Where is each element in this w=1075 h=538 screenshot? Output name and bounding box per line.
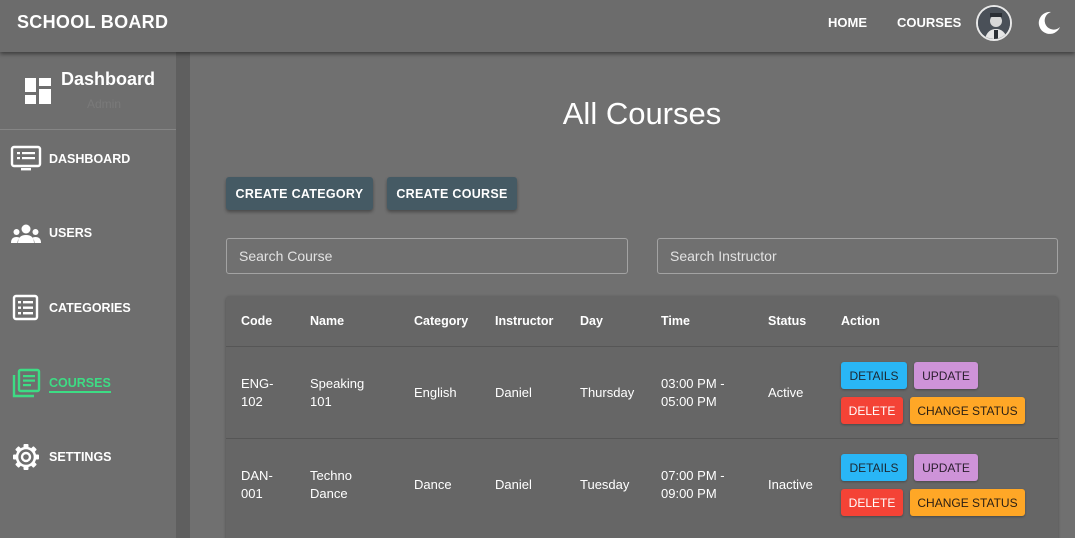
create-course-button[interactable]: CREATE COURSE [387, 177, 517, 210]
monitor-icon [10, 145, 42, 171]
user-avatar-icon [978, 7, 1010, 39]
cell-day: Tuesday [580, 477, 630, 492]
library-icon [12, 368, 41, 398]
sidebar-item-label: SETTINGS [49, 450, 112, 464]
cell-code: DAN- 001 [241, 467, 273, 503]
cell-name-line: Speaking [310, 376, 365, 391]
create-category-button[interactable]: CREATE CATEGORY [226, 177, 373, 210]
cell-instructor: Daniel [495, 477, 532, 492]
cell-time: 07:00 PM - 09:00 PM [661, 467, 725, 503]
cell-name-line: Dance [310, 486, 348, 501]
sidebar-item-label: USERS [49, 226, 93, 240]
cell-status: Inactive [768, 477, 813, 492]
list-icon [12, 294, 39, 321]
sidebar: Dashboard Admin DASHBOARD USERS CATEGORI… [0, 52, 176, 538]
column-header-action: Action [841, 314, 880, 328]
cell-code-line: 001 [241, 486, 263, 501]
column-header-instructor: Instructor [495, 314, 554, 328]
sidebar-item-label: COURSES [49, 376, 111, 393]
sidebar-item-label: CATEGORIES [49, 301, 131, 315]
cell-name: Speaking 101 [310, 375, 364, 411]
cell-name: Techno Dance [310, 467, 352, 503]
dashboard-grid-icon [25, 78, 51, 104]
nav-home-link[interactable]: HOME [828, 15, 867, 30]
column-header-status: Status [768, 314, 807, 328]
change-status-button[interactable]: CHANGE STATUS [910, 397, 1025, 424]
delete-button[interactable]: DELETE [841, 489, 903, 516]
table-row: ENG- 102 Speaking 101 English Daniel Thu… [226, 346, 1058, 438]
courses-table: Code Name Category Instructor Day Time S… [226, 296, 1058, 538]
sidebar-item-categories[interactable]: CATEGORIES [0, 288, 176, 328]
cell-status: Active [768, 385, 804, 400]
column-header-category: Category [414, 314, 469, 328]
moon-icon [1038, 11, 1060, 34]
cell-time-line: 07:00 PM - [661, 468, 725, 483]
gear-icon [13, 444, 39, 470]
search-course-input[interactable] [226, 238, 628, 274]
cell-time-line: 09:00 PM [661, 486, 717, 501]
main-content: All Courses CREATE CATEGORY CREATE COURS… [190, 52, 1075, 538]
page-title: All Courses [562, 96, 722, 131]
cell-time: 03:00 PM - 05:00 PM [661, 375, 725, 411]
sidebar-item-dashboard[interactable]: DASHBOARD [0, 139, 176, 179]
cell-code: ENG- 102 [241, 375, 274, 411]
update-button[interactable]: UPDATE [914, 362, 978, 389]
table-row: DAN- 001 Techno Dance Dance Daniel Tuesd… [226, 438, 1058, 530]
app-bar: SCHOOL BOARD HOME COURSES [0, 0, 1075, 52]
sidebar-item-settings[interactable]: SETTINGS [0, 437, 176, 477]
delete-button[interactable]: DELETE [841, 397, 903, 424]
dark-mode-toggle[interactable] [1036, 10, 1062, 36]
sidebar-subtitle: Admin [87, 97, 122, 111]
search-instructor-input[interactable] [657, 238, 1058, 274]
cell-name-line: Techno [310, 468, 352, 483]
cell-time-line: 03:00 PM - [661, 376, 725, 391]
nav-courses-link[interactable]: COURSES [897, 15, 961, 30]
cell-name-line: 101 [310, 394, 332, 409]
cell-code-line: 102 [241, 394, 263, 409]
cell-category: Dance [414, 477, 452, 492]
brand-title[interactable]: SCHOOL BOARD [17, 12, 168, 33]
sidebar-item-users[interactable]: USERS [0, 213, 176, 253]
sidebar-header: Dashboard Admin [0, 52, 176, 130]
cell-day: Thursday [580, 385, 635, 400]
sidebar-item-label: DASHBOARD [49, 152, 131, 166]
cell-category: English [414, 385, 457, 400]
column-header-day: Day [580, 314, 603, 328]
details-button[interactable]: DETAILS [841, 362, 907, 389]
cell-code-line: ENG- [241, 376, 274, 391]
change-status-button[interactable]: CHANGE STATUS [910, 489, 1025, 516]
details-button[interactable]: DETAILS [841, 454, 907, 481]
users-icon [11, 224, 41, 243]
column-header-time: Time [661, 314, 690, 328]
sidebar-title: Dashboard [61, 69, 156, 89]
column-header-name: Name [310, 314, 345, 328]
column-header-code: Code [241, 314, 273, 328]
sidebar-item-courses[interactable]: COURSES [0, 363, 176, 403]
cell-instructor: Daniel [495, 385, 532, 400]
cell-time-line: 05:00 PM [661, 394, 717, 409]
sidebar-divider [176, 52, 190, 538]
cell-code-line: DAN- [241, 468, 273, 483]
avatar[interactable] [976, 5, 1012, 41]
update-button[interactable]: UPDATE [914, 454, 978, 481]
